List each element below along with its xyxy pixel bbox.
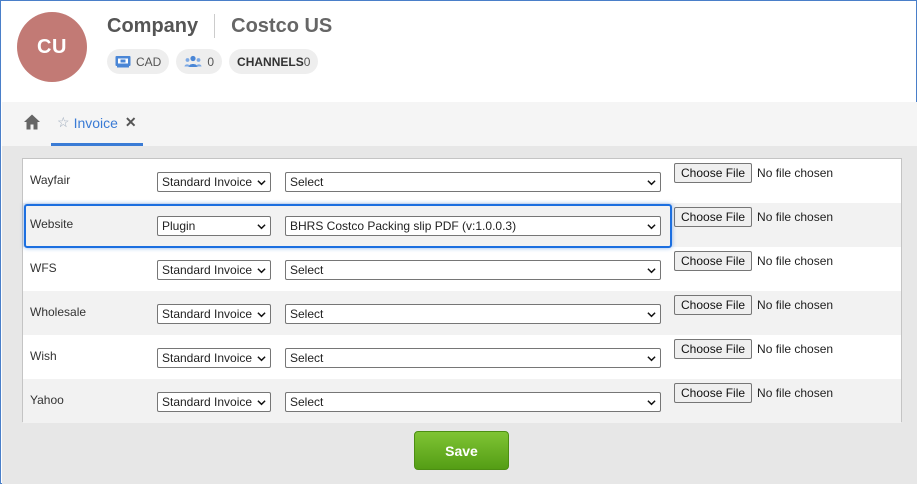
- main-content: Wayfair Standard Invoice Select Choose F…: [2, 146, 917, 484]
- invoice-template-value: Select: [290, 263, 324, 277]
- invoice-type-value: Standard Invoice: [162, 307, 253, 321]
- chevron-down-icon: [257, 400, 266, 406]
- invoice-template-select[interactable]: Select: [285, 348, 661, 368]
- file-upload: Choose File No file chosen: [674, 383, 833, 403]
- channel-label: Wholesale: [30, 305, 87, 319]
- choose-file-button[interactable]: Choose File: [674, 251, 753, 271]
- file-status: No file chosen: [757, 298, 834, 312]
- company-avatar: CU: [17, 12, 87, 82]
- file-status: No file chosen: [757, 166, 834, 180]
- chevron-down-icon: [257, 312, 266, 318]
- currency-icon: [115, 56, 131, 68]
- company-badges: CAD 0 CHANNELS 0: [107, 49, 319, 74]
- file-upload: Choose File No file chosen: [674, 163, 833, 183]
- channels-badge[interactable]: CHANNELS 0: [229, 49, 319, 74]
- chevron-down-icon: [257, 356, 266, 362]
- file-status: No file chosen: [757, 342, 834, 356]
- invoice-template-select[interactable]: Select: [285, 304, 661, 324]
- invoice-settings-table: Wayfair Standard Invoice Select Choose F…: [22, 158, 902, 423]
- chevron-down-icon: [647, 312, 656, 318]
- chevron-down-icon: [257, 268, 266, 274]
- currency-badge[interactable]: CAD: [107, 49, 170, 74]
- invoice-template-value: Select: [290, 395, 324, 409]
- users-badge[interactable]: 0: [176, 49, 223, 74]
- home-icon[interactable]: [23, 113, 41, 131]
- choose-file-button[interactable]: Choose File: [674, 295, 753, 315]
- file-upload: Choose File No file chosen: [674, 295, 833, 315]
- company-name: Costco US: [231, 14, 333, 37]
- channel-label: Wish: [30, 349, 57, 363]
- chevron-down-icon: [257, 180, 266, 186]
- channels-label: CHANNELS: [237, 54, 304, 69]
- invoice-type-select[interactable]: Standard Invoice: [157, 260, 271, 280]
- invoice-type-select[interactable]: Standard Invoice: [157, 348, 271, 368]
- invoice-type-select[interactable]: Standard Invoice: [157, 172, 271, 192]
- avatar-initials: CU: [37, 35, 67, 58]
- invoice-type-value: Standard Invoice: [162, 395, 253, 409]
- table-row: WFS Standard Invoice Select Choose File …: [23, 247, 901, 291]
- star-icon[interactable]: ☆: [57, 114, 70, 131]
- choose-file-button[interactable]: Choose File: [674, 383, 753, 403]
- save-button[interactable]: Save: [414, 431, 509, 470]
- invoice-template-select[interactable]: Select: [285, 260, 661, 280]
- invoice-type-value: Standard Invoice: [162, 351, 253, 365]
- chevron-down-icon: [647, 268, 656, 274]
- invoice-template-select[interactable]: Select: [285, 392, 661, 412]
- channels-count: 0: [303, 54, 311, 69]
- table-row: Wayfair Standard Invoice Select Choose F…: [23, 159, 901, 203]
- app-window: CU Company Costco US CAD 0 CHANNELS 0 ☆ …: [0, 0, 917, 484]
- invoice-template-value: Select: [290, 175, 324, 189]
- users-count: 0: [207, 54, 215, 69]
- tab-bar: ☆ Invoice ✕: [2, 102, 917, 146]
- invoice-template-select[interactable]: Select: [285, 172, 661, 192]
- choose-file-button[interactable]: Choose File: [674, 339, 753, 359]
- currency-label: CAD: [136, 54, 162, 69]
- choose-file-button[interactable]: Choose File: [674, 163, 753, 183]
- channel-label: Yahoo: [30, 393, 64, 407]
- file-upload: Choose File No file chosen: [674, 207, 833, 227]
- channel-label: Wayfair: [30, 173, 71, 187]
- close-icon[interactable]: ✕: [125, 114, 137, 131]
- users-icon: [184, 55, 202, 67]
- title-divider: [214, 14, 216, 38]
- table-row: Wholesale Standard Invoice Select Choose…: [23, 291, 901, 335]
- tab-invoice[interactable]: ☆ Invoice ✕: [51, 102, 143, 146]
- invoice-type-value: Standard Invoice: [162, 175, 253, 189]
- row-highlight: [24, 204, 672, 248]
- channel-label: WFS: [30, 261, 57, 275]
- file-status: No file chosen: [757, 210, 834, 224]
- page-title: Company: [107, 14, 199, 37]
- invoice-type-select[interactable]: Standard Invoice: [157, 392, 271, 412]
- table-row: Yahoo Standard Invoice Select Choose Fil…: [23, 379, 901, 423]
- invoice-type-value: Standard Invoice: [162, 263, 253, 277]
- tab-invoice-label: Invoice: [73, 114, 118, 131]
- invoice-template-value: Select: [290, 307, 324, 321]
- file-status: No file chosen: [757, 254, 834, 268]
- choose-file-button[interactable]: Choose File: [674, 207, 753, 227]
- chevron-down-icon: [647, 180, 656, 186]
- chevron-down-icon: [647, 356, 656, 362]
- table-row: Wish Standard Invoice Select Choose File…: [23, 335, 901, 379]
- file-status: No file chosen: [757, 386, 834, 400]
- invoice-template-value: Select: [290, 351, 324, 365]
- file-upload: Choose File No file chosen: [674, 339, 833, 359]
- file-upload: Choose File No file chosen: [674, 251, 833, 271]
- chevron-down-icon: [647, 400, 656, 406]
- page-title-row: Company Costco US: [107, 13, 332, 39]
- invoice-type-select[interactable]: Standard Invoice: [157, 304, 271, 324]
